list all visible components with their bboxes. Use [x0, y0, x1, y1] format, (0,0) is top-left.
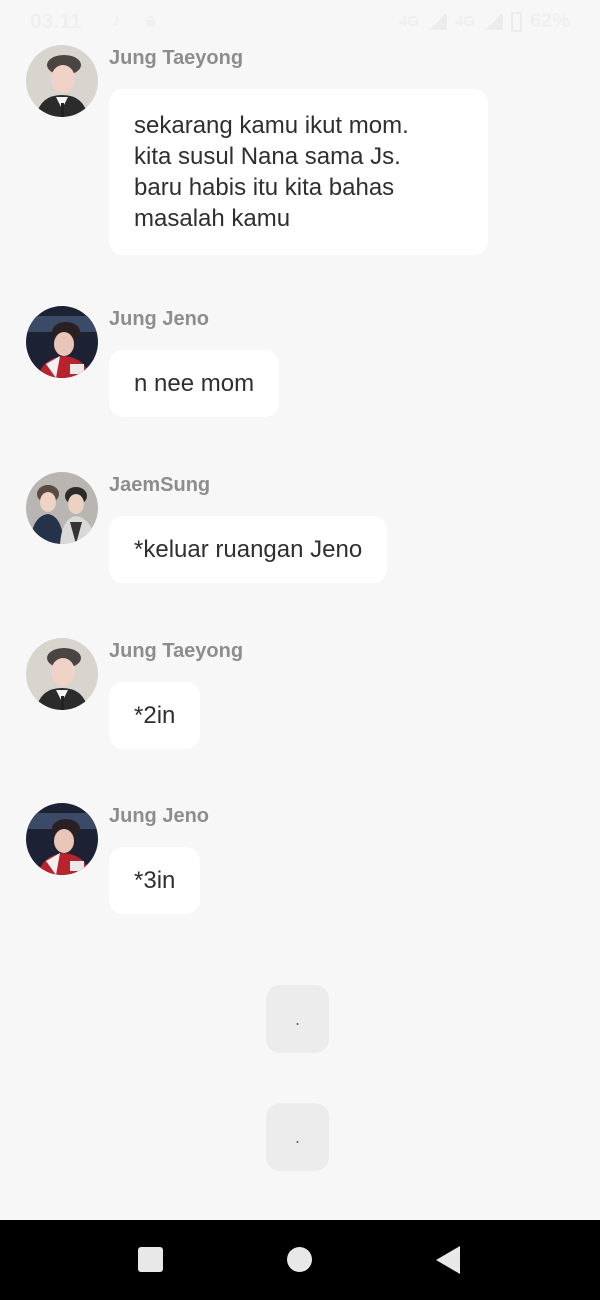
sender-name: Jung Jeno — [109, 308, 210, 330]
message-bubble[interactable]: *2in — [109, 682, 201, 749]
system-message-bubble[interactable]: . — [266, 1103, 329, 1171]
sender-name: Jung Taeyong — [109, 47, 244, 69]
navigation-bar — [0, 1220, 600, 1300]
network-label-1: 4G — [398, 13, 419, 30]
lock-icon: 🔒︎ — [146, 10, 156, 30]
network-label-2: 4G — [454, 13, 475, 30]
avatar[interactable] — [26, 306, 98, 378]
avatar[interactable] — [26, 638, 98, 710]
avatar[interactable] — [26, 803, 98, 875]
music-note-icon: ♪ — [112, 10, 121, 30]
signal-icon — [482, 13, 503, 30]
status-bar: 03.11 ♪ 🔒︎ 4G 4G 62% — [0, 0, 600, 44]
sender-name: Jung Jeno — [109, 805, 210, 827]
system-message-bubble[interactable]: . — [266, 985, 329, 1053]
battery-percent: 62% — [529, 10, 570, 32]
sender-name: Jung Taeyong — [109, 640, 244, 662]
avatar[interactable] — [26, 472, 98, 544]
home-circle-icon[interactable] — [287, 1247, 312, 1272]
recents-square-icon[interactable] — [138, 1247, 163, 1272]
battery-icon — [510, 11, 522, 32]
sender-name: JaemSung — [109, 474, 211, 496]
signal-icon — [426, 13, 447, 30]
back-triangle-icon[interactable] — [436, 1246, 460, 1274]
status-time: 03.11 — [30, 10, 82, 33]
avatar[interactable] — [26, 45, 98, 117]
message-bubble[interactable]: *keluar ruangan Jeno — [109, 516, 388, 583]
message-bubble[interactable]: sekarang kamu ikut mom. kita susul Nana … — [109, 89, 488, 255]
message-bubble[interactable]: n nee mom — [109, 350, 280, 417]
message-bubble[interactable]: *3in — [109, 847, 201, 914]
